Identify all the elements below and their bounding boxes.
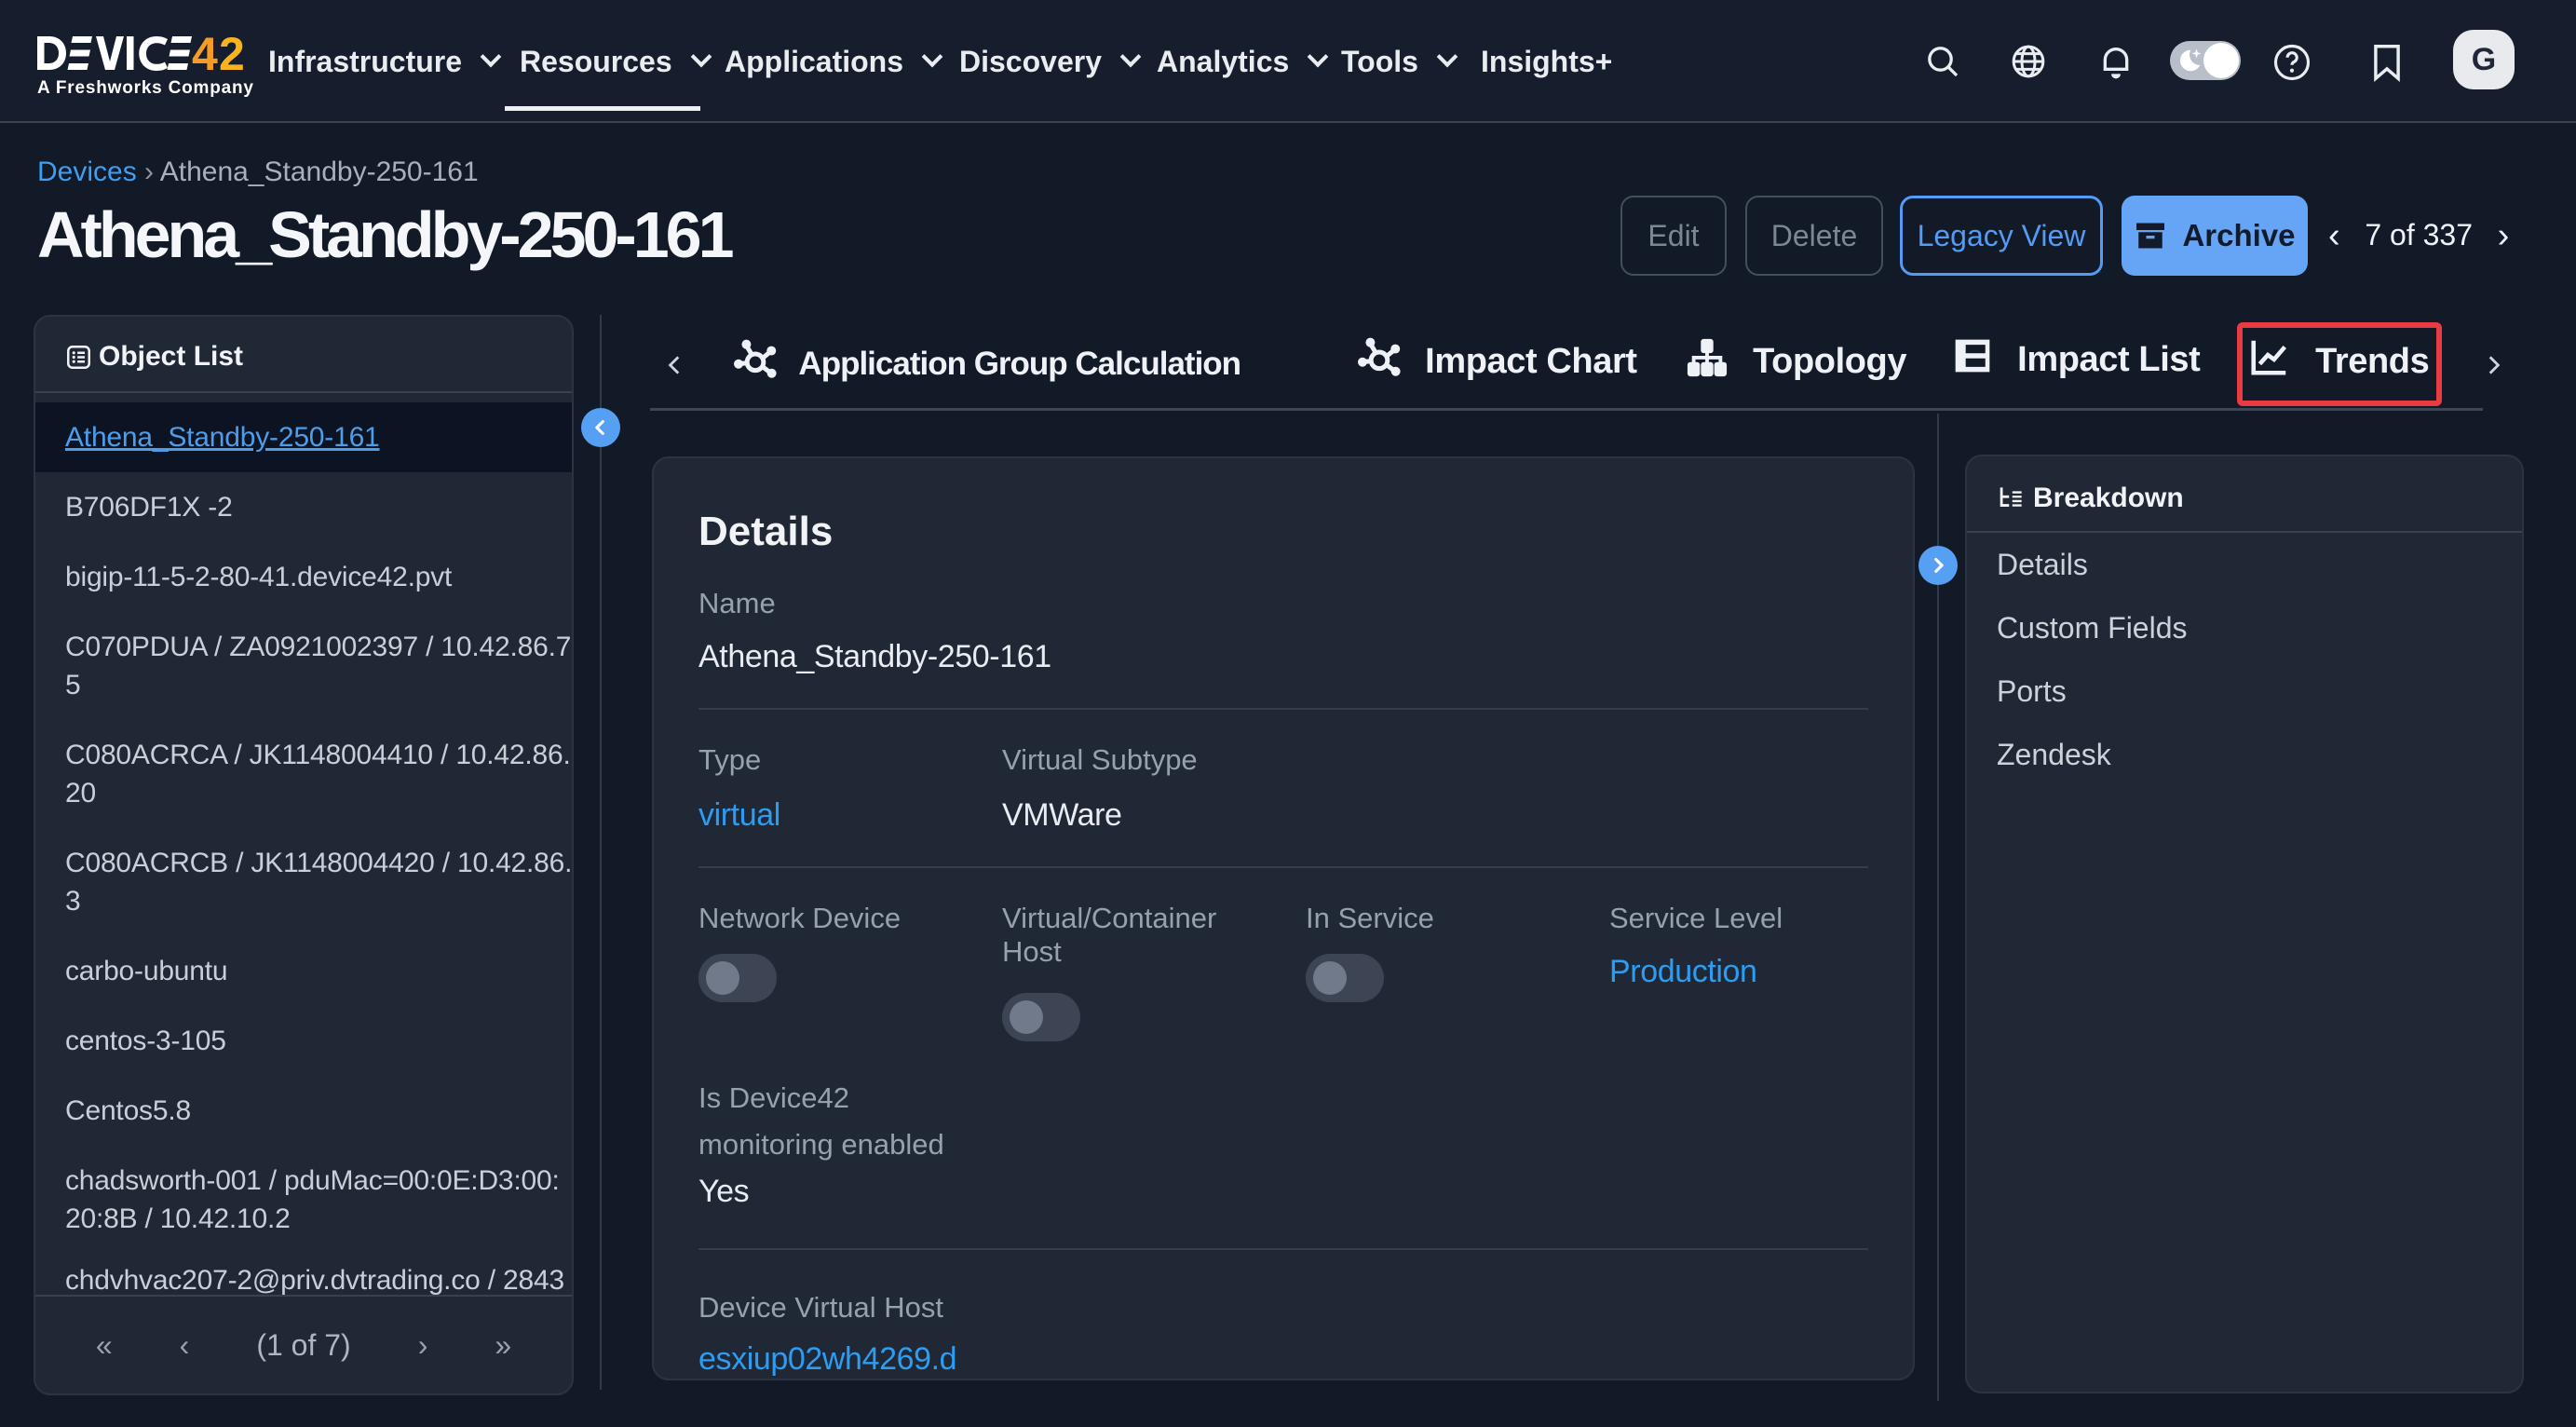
- svg-text:2: 2: [219, 35, 245, 71]
- svg-text:4: 4: [192, 35, 218, 71]
